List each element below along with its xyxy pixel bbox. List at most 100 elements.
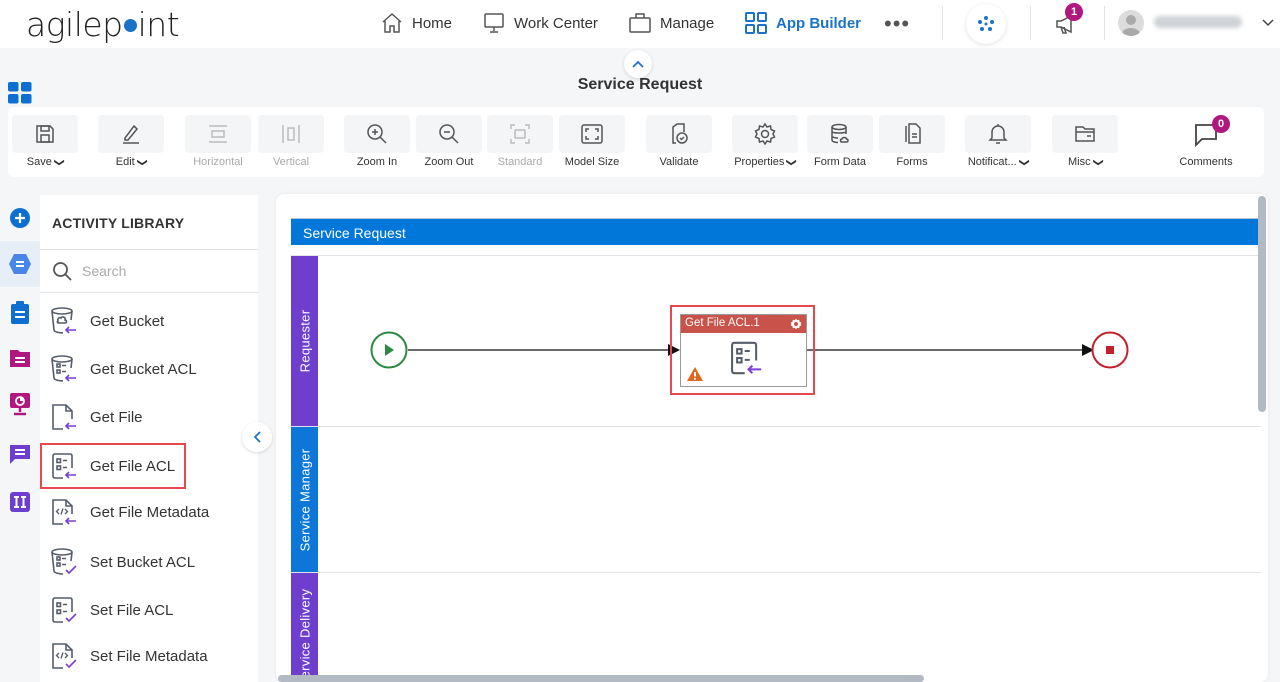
- stop-icon: [1106, 346, 1114, 354]
- zoom-in-button[interactable]: Zoom In: [344, 115, 410, 168]
- divider: [40, 292, 258, 293]
- rail-tasks[interactable]: [0, 289, 40, 335]
- library-item-get-file-acl[interactable]: Get File ACL: [40, 443, 186, 489]
- comments-button[interactable]: 0 Comments: [1174, 115, 1238, 168]
- comments-count-badge: 0: [1212, 115, 1230, 133]
- notifications-label: Notificat...: [967, 156, 1017, 168]
- set-bucket-acl-icon: [51, 548, 77, 575]
- logo-text-left: agilep: [26, 5, 123, 44]
- nav-app-builder[interactable]: App Builder: [744, 11, 861, 35]
- agilepoint-logo[interactable]: agilep int: [26, 5, 180, 44]
- library-item-get-bucket-acl[interactable]: Get Bucket ACL: [50, 354, 250, 384]
- collapse-header-button[interactable]: [624, 50, 652, 78]
- library-item-label: Set File Metadata: [90, 647, 208, 665]
- standard-button[interactable]: Standard: [487, 115, 553, 168]
- save-button[interactable]: Save ❯: [12, 115, 78, 168]
- library-item-get-bucket[interactable]: Get Bucket: [50, 306, 250, 336]
- zoom-out-button[interactable]: Zoom Out: [416, 115, 482, 168]
- horizontal-scrollbar[interactable]: [278, 675, 924, 682]
- more-menu-button[interactable]: •••: [884, 11, 910, 37]
- rail-add[interactable]: [0, 195, 40, 241]
- divider: [942, 6, 943, 40]
- rail-forms[interactable]: [0, 335, 40, 381]
- nav-app-builder-label: App Builder: [776, 14, 861, 32]
- start-event[interactable]: [370, 331, 408, 369]
- collapse-library-button[interactable]: [242, 422, 272, 452]
- task-title: Get File ACL.1: [685, 317, 760, 329]
- library-item-label: Get Bucket: [90, 312, 165, 330]
- properties-button[interactable]: Properties ❯: [732, 115, 798, 168]
- get-bucket-acl-icon: [51, 355, 76, 382]
- zoom-in-label: Zoom In: [356, 156, 398, 168]
- warning-icon[interactable]: [686, 366, 704, 382]
- form-data-label: Form Data: [814, 156, 866, 168]
- vertical-scrollbar[interactable]: [1258, 196, 1266, 412]
- model-size-icon: [581, 124, 603, 144]
- library-item-label: Set File ACL: [90, 601, 174, 619]
- user-icon: [1122, 15, 1140, 36]
- chat-icon: [10, 445, 30, 464]
- task-get-file-acl[interactable]: Get File ACL.1: [670, 305, 815, 395]
- library-item-label: Get File: [90, 408, 143, 426]
- user-menu-chevron-down-icon[interactable]: [1262, 18, 1274, 28]
- get-file-acl-icon: [52, 453, 76, 479]
- validate-icon: [672, 123, 688, 144]
- divider: [1104, 6, 1105, 40]
- get-file-acl-task-icon: [731, 341, 762, 375]
- library-item-get-file[interactable]: Get File: [50, 402, 250, 432]
- rail-activities[interactable]: [0, 241, 40, 287]
- nav-home[interactable]: Home: [380, 11, 452, 35]
- flow-connectors: [370, 331, 1129, 369]
- library-item-set-file-metadata[interactable]: Set File Metadata: [50, 641, 250, 671]
- logo-dot: [123, 19, 137, 32]
- user-avatar[interactable]: [1118, 10, 1144, 36]
- forms-button[interactable]: Forms: [879, 115, 945, 168]
- hexagon-activity-icon: [9, 254, 31, 274]
- library-item-set-bucket-acl[interactable]: Set Bucket ACL: [50, 547, 250, 577]
- task-settings-gear-icon[interactable]: [790, 318, 802, 330]
- validate-button[interactable]: Validate: [646, 115, 712, 168]
- chevron-down-icon: ❯: [786, 158, 798, 167]
- activity-library-panel: ACTIVITY LIBRARY Get Bucket Get Bucket A…: [40, 195, 258, 682]
- end-event[interactable]: [1091, 331, 1129, 369]
- pencil-icon: [123, 124, 139, 144]
- rail-integrations[interactable]: [0, 479, 40, 525]
- nav-home-label: Home: [412, 14, 453, 32]
- form-data-button[interactable]: Form Data: [807, 115, 873, 168]
- page-title: Service Request: [577, 76, 703, 93]
- chevron-left-icon: [253, 431, 261, 443]
- activity-library-title: ACTIVITY LIBRARY: [52, 215, 185, 231]
- edit-button[interactable]: Edit ❯: [98, 115, 164, 168]
- search-icon: [53, 262, 72, 281]
- chevron-down-icon: ❯: [53, 158, 65, 167]
- gear-icon: [754, 122, 776, 146]
- model-size-button[interactable]: Model Size: [559, 115, 625, 168]
- top-nav-bar: agilep int Home Work Center Manage App Bu…: [0, 0, 1280, 48]
- nav-work-center[interactable]: Work Center: [482, 11, 598, 35]
- horizontal-button[interactable]: Horizontal: [185, 115, 251, 168]
- properties-label: Properties: [734, 156, 785, 168]
- standard-size-icon: [510, 124, 530, 144]
- comments-label: Comments: [1179, 156, 1233, 168]
- ai-assistant-button[interactable]: [966, 4, 1006, 44]
- library-item-set-file-acl[interactable]: Set File ACL: [50, 595, 250, 625]
- horizontal-layout-icon: [209, 125, 227, 143]
- announcements-button[interactable]: 1: [1054, 3, 1083, 41]
- vertical-button[interactable]: Vertical: [258, 115, 324, 168]
- side-rail: [0, 195, 40, 682]
- misc-button[interactable]: Misc ❯: [1052, 115, 1118, 168]
- library-item-get-file-metadata[interactable]: Get File Metadata: [50, 497, 250, 527]
- notifications-button[interactable]: Notificat... ❯: [965, 115, 1031, 168]
- search-input[interactable]: [82, 263, 232, 279]
- divider: [1030, 6, 1031, 40]
- library-item-label: Get Bucket ACL: [90, 360, 197, 378]
- chevron-down-icon: ❯: [1092, 158, 1104, 167]
- rail-reports[interactable]: [0, 381, 40, 427]
- process-canvas[interactable]: Service Request Requester Service Manage…: [276, 194, 1268, 682]
- task-header: Get File ACL.1: [681, 315, 806, 333]
- database-icon: [831, 123, 849, 144]
- user-name-blurred[interactable]: [1154, 16, 1242, 28]
- rail-messages[interactable]: [0, 431, 40, 477]
- nav-manage[interactable]: Manage: [628, 11, 714, 35]
- logo-text-right: int: [137, 5, 180, 44]
